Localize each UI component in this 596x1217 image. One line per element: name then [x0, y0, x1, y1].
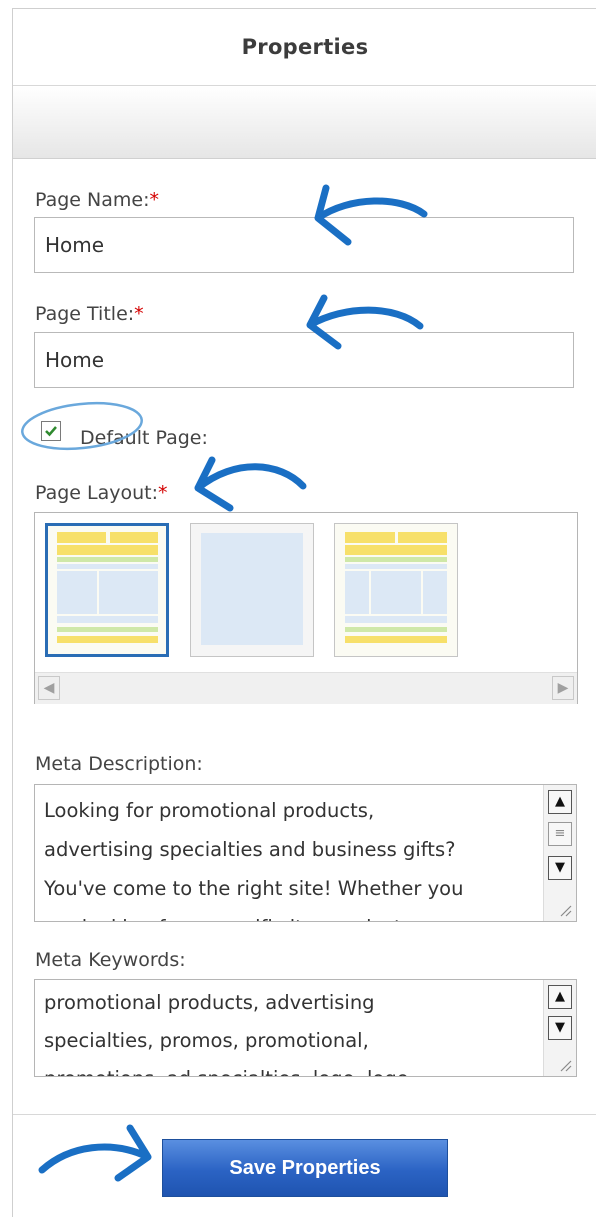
- chevron-right-icon[interactable]: ▶: [552, 676, 574, 700]
- scroll-down-icon[interactable]: ▼: [548, 856, 572, 880]
- required-mark: *: [134, 303, 144, 325]
- default-page-checkbox[interactable]: [41, 421, 61, 441]
- meta-keywords-scrollbar[interactable]: ▲ ▼: [543, 980, 576, 1076]
- required-mark: *: [158, 482, 168, 504]
- page-title-label: Page Title:*: [35, 303, 144, 325]
- meta-description-label: Meta Description:: [35, 753, 203, 775]
- meta-description-text: Looking for promotional products, advert…: [44, 799, 464, 921]
- properties-panel: Properties Page Name:* Home Page Title:*…: [12, 8, 596, 1217]
- meta-keywords-textarea[interactable]: promotional products, advertising specia…: [34, 979, 577, 1077]
- toolbar-strip: [13, 86, 596, 159]
- chevron-left-icon[interactable]: ◀: [38, 676, 60, 700]
- page-layout-label: Page Layout:*: [35, 482, 168, 504]
- scroll-thumb-icon[interactable]: ≡: [548, 822, 572, 846]
- layout-option-single-blank[interactable]: [190, 523, 314, 657]
- layout-option-header-two-columns[interactable]: [45, 523, 169, 657]
- meta-keywords-label: Meta Keywords:: [35, 949, 186, 971]
- resize-grip-icon[interactable]: [558, 903, 572, 917]
- layout-horizontal-scrollbar[interactable]: ◀ ▶: [35, 672, 577, 704]
- default-page-label: Default Page:: [80, 427, 208, 449]
- page-title-input[interactable]: Home: [34, 332, 574, 388]
- checkmark-icon: [45, 426, 57, 437]
- meta-description-scrollbar[interactable]: ▲ ≡ ▼: [543, 785, 576, 921]
- meta-description-textarea[interactable]: Looking for promotional products, advert…: [34, 784, 577, 922]
- save-properties-button[interactable]: Save Properties: [162, 1139, 448, 1197]
- layout-two-column-icon: [48, 526, 166, 654]
- panel-title: Properties: [241, 35, 369, 59]
- required-mark: *: [149, 189, 160, 211]
- page-name-label: Page Name:*: [35, 189, 159, 211]
- layout-single-icon: [191, 524, 313, 656]
- scroll-up-icon[interactable]: ▲: [548, 985, 572, 1009]
- panel-header: Properties: [13, 9, 596, 86]
- layout-three-column-icon: [335, 524, 457, 656]
- page-name-input[interactable]: Home: [34, 217, 574, 273]
- page-layout-picker: ◀ ▶: [34, 512, 578, 704]
- meta-keywords-text: promotional products, advertising specia…: [44, 991, 409, 1076]
- footer-divider: [13, 1114, 596, 1115]
- layout-option-header-three-columns[interactable]: [334, 523, 458, 657]
- scroll-up-icon[interactable]: ▲: [548, 790, 572, 814]
- scroll-down-icon[interactable]: ▼: [548, 1016, 572, 1040]
- resize-grip-icon[interactable]: [558, 1058, 572, 1072]
